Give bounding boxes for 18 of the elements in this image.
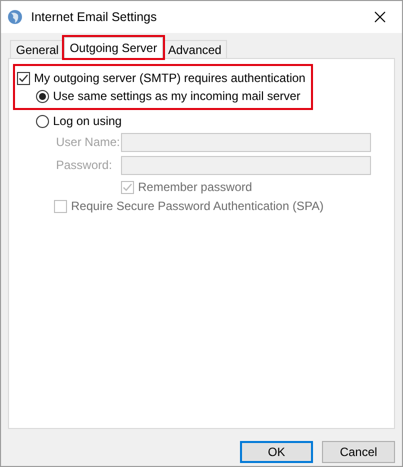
- checkbox-label: Remember password: [138, 180, 252, 194]
- window-title: Internet Email Settings: [31, 10, 158, 24]
- tab[interactable]: Outgoing Server: [64, 37, 164, 58]
- radio-label: Log on using: [53, 114, 122, 128]
- close-icon: [374, 11, 386, 23]
- checkbox-label: My outgoing server (SMTP) requires authentication: [34, 71, 306, 85]
- dialog-button[interactable]: Cancel: [322, 441, 395, 463]
- tab[interactable]: Advanced: [162, 40, 228, 58]
- checkbox-label: Require Secure Password Authentication (SPA): [71, 199, 324, 213]
- radio-button[interactable]: [36, 90, 49, 102]
- checkbox[interactable]: [17, 72, 30, 84]
- tab[interactable]: General: [10, 40, 65, 58]
- radio-button[interactable]: [36, 114, 49, 128]
- globe-icon: [7, 9, 23, 25]
- field-label: Password:: [56, 158, 114, 172]
- dialog-button[interactable]: OK: [240, 441, 313, 463]
- radio-label: Use same settings as my incoming mail server: [53, 89, 300, 103]
- field-label: User Name:: [56, 135, 121, 149]
